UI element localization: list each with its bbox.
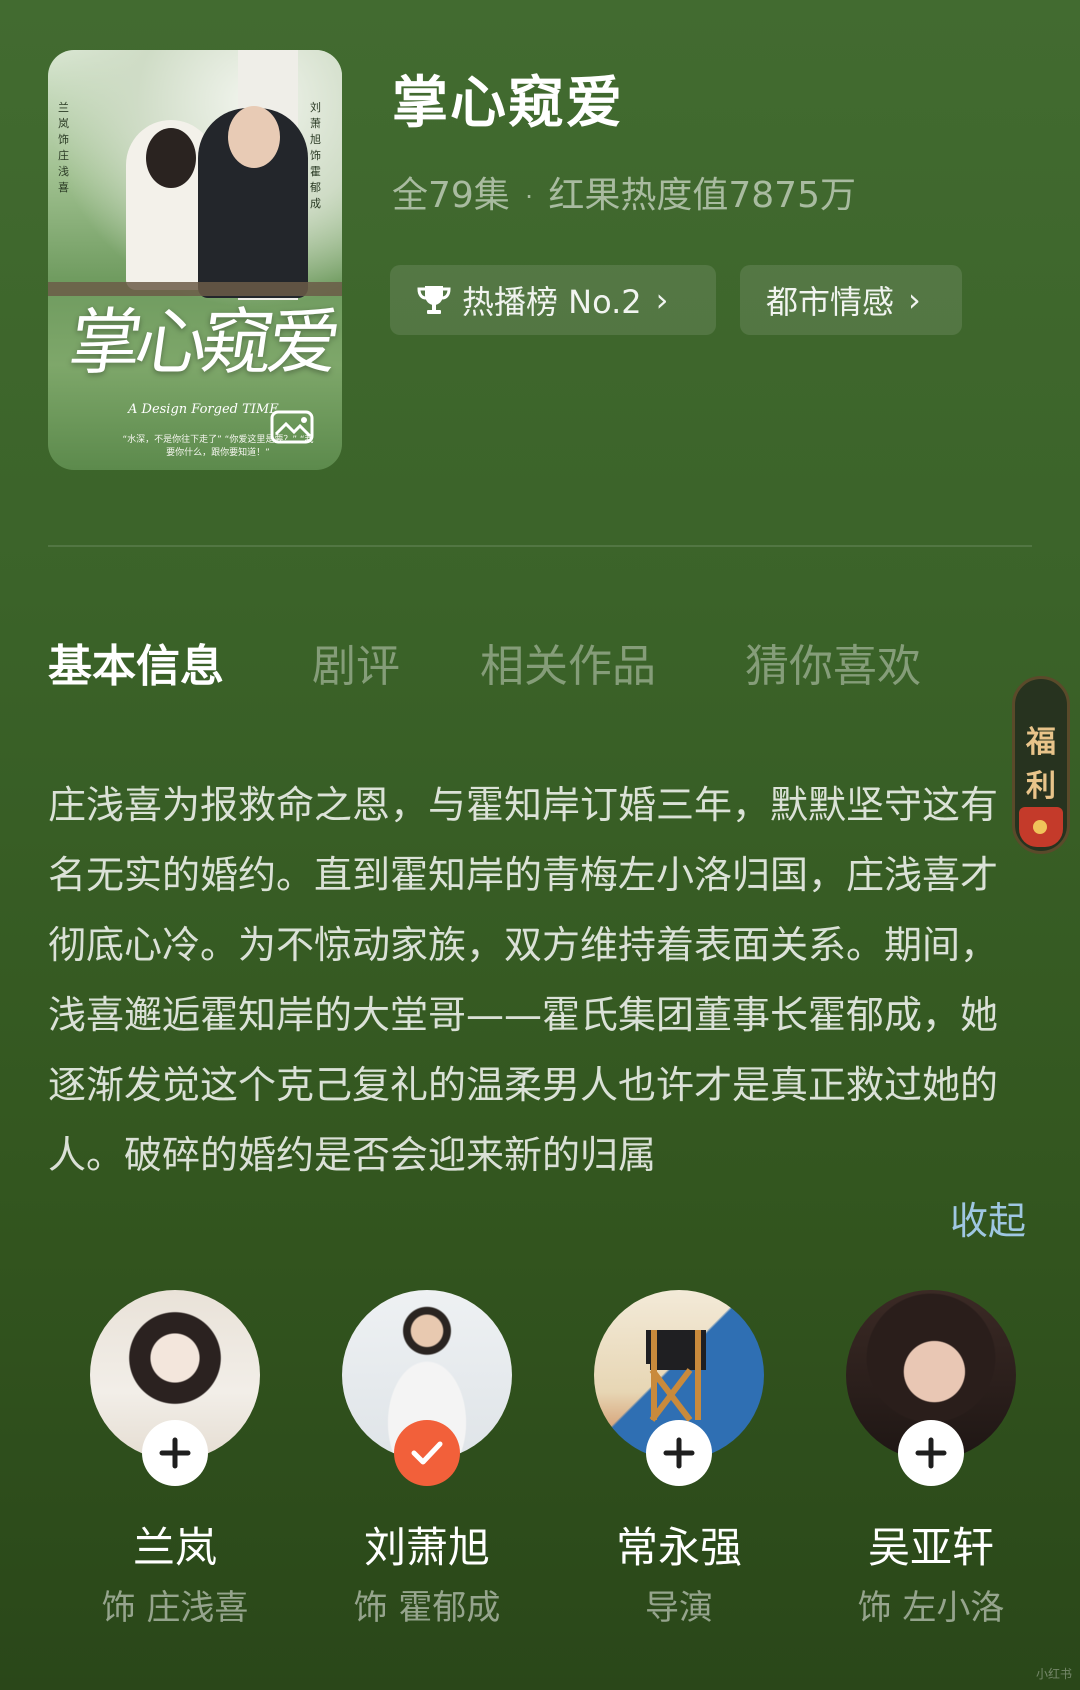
drama-title: 掌心窥爱 bbox=[392, 71, 624, 136]
camera-icon bbox=[270, 410, 314, 444]
ranking-label: 热播榜 No.2 bbox=[462, 283, 642, 321]
chevron-right-icon: › bbox=[908, 281, 921, 319]
plus-icon bbox=[159, 1437, 191, 1469]
check-icon bbox=[411, 1441, 443, 1465]
section-divider bbox=[48, 545, 1032, 547]
poster-calligraphy-title: 掌心窥爱 bbox=[64, 300, 340, 384]
tab-reviews[interactable]: 剧评 bbox=[312, 630, 400, 694]
synopsis-text: 庄浅喜为报救命之恩，与霍知岸订婚三年，默默坚守这有名无实的婚约。直到霍知岸的青梅… bbox=[48, 783, 999, 1177]
plus-icon bbox=[663, 1437, 695, 1469]
poster-railing bbox=[48, 282, 342, 296]
cast-name: 刘萧旭 bbox=[363, 1523, 490, 1572]
tab-basic-info[interactable]: 基本信息 bbox=[48, 630, 224, 694]
watermark: 小红书 bbox=[1036, 1667, 1073, 1681]
drama-poster[interactable]: 兰岚 饰 庄浅喜 刘萧旭 饰 霍郁成 掌心窥爱 A Design Forged … bbox=[48, 50, 342, 470]
cast-name: 吴亚轩 bbox=[867, 1523, 994, 1572]
cast-member[interactable]: 常永强 导演 bbox=[594, 1290, 764, 1628]
cast-role: 饰 庄浅喜 bbox=[101, 1588, 249, 1628]
cast-role: 饰 霍郁成 bbox=[353, 1588, 501, 1628]
chevron-right-icon: › bbox=[655, 281, 669, 319]
cast-name: 兰岚 bbox=[132, 1523, 217, 1572]
welfare-label-1: 福 bbox=[1026, 725, 1056, 760]
drama-meta: 全79集 · 红果热度值7875万 bbox=[392, 166, 856, 218]
cast-member[interactable]: 刘萧旭 饰 霍郁成 bbox=[342, 1290, 512, 1628]
genre-chip[interactable]: 都市情感 › bbox=[740, 265, 962, 335]
episode-count: 全79集 bbox=[392, 175, 510, 216]
cast-member[interactable]: 兰岚 饰 庄浅喜 bbox=[90, 1290, 260, 1628]
collapse-link[interactable]: 收起 bbox=[950, 1190, 1026, 1245]
tab-recommendations[interactable]: 猜你喜欢 bbox=[745, 630, 921, 694]
genre-label: 都市情感 bbox=[766, 283, 895, 321]
ranking-chip[interactable]: 热播榜 No.2 › bbox=[390, 265, 716, 335]
heat-value: 红果热度值7875万 bbox=[548, 175, 856, 216]
tab-related-works[interactable]: 相关作品 bbox=[480, 630, 656, 694]
cast-name: 常永强 bbox=[615, 1523, 742, 1572]
follow-button[interactable] bbox=[898, 1420, 964, 1486]
cast-member[interactable]: 吴亚轩 饰 左小洛 bbox=[846, 1290, 1016, 1628]
poster-actress-hair bbox=[146, 128, 196, 188]
cast-role: 导演 bbox=[645, 1588, 713, 1628]
follow-button[interactable] bbox=[142, 1420, 208, 1486]
poster-left-credit: 兰岚 饰 庄浅喜 bbox=[58, 101, 69, 194]
followed-badge[interactable] bbox=[394, 1420, 460, 1486]
plus-icon bbox=[915, 1437, 947, 1469]
trophy-icon bbox=[417, 286, 451, 314]
meta-separator: · bbox=[525, 183, 533, 211]
cast-role: 饰 左小洛 bbox=[857, 1588, 1005, 1628]
red-envelope-seal bbox=[1033, 820, 1047, 834]
poster-subtitle: A Design Forged TIME bbox=[128, 402, 279, 417]
poster-right-credit: 刘萧旭 饰 霍郁成 bbox=[310, 101, 321, 210]
poster-actor-face bbox=[228, 106, 280, 168]
follow-button[interactable] bbox=[646, 1420, 712, 1486]
